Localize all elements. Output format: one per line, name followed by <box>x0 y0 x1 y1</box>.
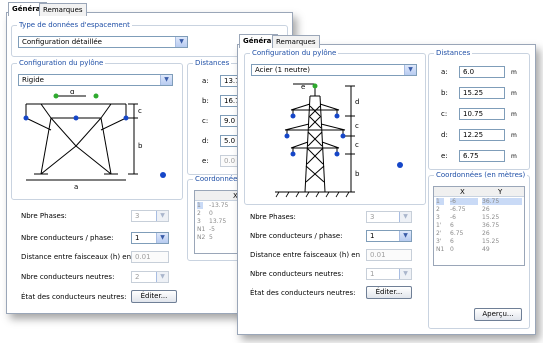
back-neutral-label: Nbre conducteurs neutres: <box>21 273 115 281</box>
dist-unit-c: m <box>511 111 517 118</box>
table-row[interactable]: 3' 6 15.25 <box>434 238 524 245</box>
spacing-type-value: Configuration détaillée <box>22 38 102 46</box>
back-neutral-select[interactable]: 2 ▼ <box>131 271 169 283</box>
diagram-label-e: e <box>301 83 305 91</box>
dist-label-c: c: <box>441 110 448 118</box>
front-pylon-title: Configuration du pylône <box>250 49 339 58</box>
front-distance-label: Distance entre faisceaux (h) en <box>250 251 361 259</box>
front-phases-label: Nbre Phases: <box>250 213 296 221</box>
front-edit-button[interactable]: Éditer... <box>366 286 412 299</box>
back-distance-field[interactable]: 0.01 <box>131 251 169 263</box>
dist-label-d: d: <box>202 137 209 145</box>
diagram-label-c1: c <box>355 122 359 130</box>
neutral-dot <box>397 162 403 168</box>
diagram-label-c2: c <box>355 141 359 149</box>
diagram-label-b: b <box>138 142 143 150</box>
back-pylon-group: Configuration du pylône Rigide ▼ d c b a <box>11 59 183 200</box>
front-neutral-label: Nbre conducteurs neutres: <box>250 270 344 278</box>
back-distance-label: Distance entre faisceaux (h) en <box>21 253 132 261</box>
back-tab-remarques[interactable]: Remarques <box>39 3 87 16</box>
front-conductors-select[interactable]: 1 ▼ <box>366 230 412 242</box>
dist-label-a: a: <box>202 77 209 85</box>
table-row[interactable]: 3 -6 15.25 <box>434 214 524 221</box>
table-header: X Y <box>434 187 524 197</box>
dist-label-b: b: <box>441 89 448 97</box>
chevron-down-icon[interactable]: ▼ <box>156 233 168 243</box>
back-conductors-select[interactable]: 1 ▼ <box>131 232 169 244</box>
front-conductors-label: Nbre conducteurs / phase: <box>250 232 343 240</box>
back-edit-button[interactable]: Éditer... <box>131 290 177 303</box>
spacing-type-title: Type de données d'espacement <box>17 21 132 30</box>
dist-label-b: b: <box>202 97 209 105</box>
front-distances-group: Distances a: 6.0 m b: 15.25 m c: 10.75 m… <box>428 49 530 170</box>
front-distances-title: Distances <box>434 49 473 58</box>
front-tab-remarques[interactable]: Remarques <box>272 35 320 48</box>
chevron-down-icon[interactable]: ▼ <box>399 212 411 222</box>
diagram-label-c: c <box>138 107 142 115</box>
back-pylon-title: Configuration du pylône <box>17 59 106 68</box>
dist-label-a: a: <box>441 68 448 76</box>
dist-unit-e: m <box>511 153 517 160</box>
dist-label-e: e: <box>202 157 209 165</box>
preview-button[interactable]: Aperçu... <box>474 308 522 321</box>
front-pylon-value: Acier (1 neutre) <box>255 66 310 74</box>
chevron-down-icon[interactable]: ▼ <box>399 231 411 241</box>
front-coords-group: Coordonnées (en mètres) X Y 1 -6 36.75 2 -6… <box>428 171 530 329</box>
col-x-header: X <box>460 188 465 196</box>
front-state-label: État des conducteurs neutres: <box>250 289 356 297</box>
chevron-down-icon[interactable]: ▼ <box>160 75 172 85</box>
back-pylon-select[interactable]: Rigide ▼ <box>18 74 173 86</box>
back-distances-title: Distances <box>193 59 232 68</box>
dist-label-c: c: <box>202 117 209 125</box>
back-conductors-label: Nbre conducteurs / phase: <box>21 234 114 242</box>
diagram-label-d: d <box>70 90 74 96</box>
table-row[interactable]: 1' 6 36.75 <box>434 222 524 229</box>
steel-pylon-diagram: e d c c b <box>275 83 360 198</box>
dist-label-e: e: <box>441 152 448 160</box>
diagram-label-b: b <box>355 170 360 178</box>
diagram-label-d: d <box>355 98 359 106</box>
neutral-dot <box>160 172 166 178</box>
front-phases-select[interactable]: 3 ▼ <box>366 211 412 223</box>
chevron-down-icon[interactable]: ▼ <box>404 65 416 75</box>
back-state-label: État des conducteurs neutres: <box>21 293 127 301</box>
dist-field-a[interactable]: 6.0 <box>459 66 505 78</box>
dist-field-b[interactable]: 15.25 <box>459 87 505 99</box>
col-y-header: Y <box>498 188 503 196</box>
front-distance-field[interactable]: 0.01 <box>366 249 412 261</box>
front-coords-title: Coordonnées (en mètres) <box>434 171 528 180</box>
diagram-label-a: a <box>74 183 78 190</box>
spacing-type-select[interactable]: Configuration détaillée ▼ <box>18 36 188 48</box>
dist-unit-a: m <box>511 69 517 76</box>
dist-unit-b: m <box>511 90 517 97</box>
front-pylon-group: Configuration du pylône Acier (1 neutre)… <box>244 49 426 205</box>
dist-label-d: d: <box>441 131 448 139</box>
dist-field-c[interactable]: 10.75 <box>459 108 505 120</box>
front-coords-table[interactable]: X Y 1 -6 36.75 2 -6.75 26 3 -6 15.25 1' 6 36.75 … <box>433 186 525 266</box>
chevron-down-icon[interactable]: ▼ <box>399 269 411 279</box>
front-window: Général Remarques Configuration du pylôn… <box>237 34 536 335</box>
table-row[interactable]: 1 -6 36.75 <box>434 198 524 205</box>
chevron-down-icon[interactable]: ▼ <box>156 211 168 221</box>
table-row[interactable]: 2' 6.75 26 <box>434 230 524 237</box>
dist-field-e[interactable]: 6.75 <box>459 150 505 162</box>
table-row[interactable]: N1 0 49 <box>434 246 524 253</box>
back-pylon-value: Rigide <box>22 76 44 84</box>
front-neutral-select[interactable]: 1 ▼ <box>366 268 412 280</box>
table-row[interactable]: 2 -6.75 26 <box>434 206 524 213</box>
dist-field-d[interactable]: 12.25 <box>459 129 505 141</box>
chevron-down-icon[interactable]: ▼ <box>156 272 168 282</box>
dist-unit-d: m <box>511 132 517 139</box>
rigid-pylon-diagram: d c b a <box>23 90 143 190</box>
front-pylon-select[interactable]: Acier (1 neutre) ▼ <box>251 64 417 76</box>
back-phases-select[interactable]: 3 ▼ <box>131 210 169 222</box>
chevron-down-icon[interactable]: ▼ <box>175 37 187 47</box>
back-phases-label: Nbre Phases: <box>21 212 67 220</box>
